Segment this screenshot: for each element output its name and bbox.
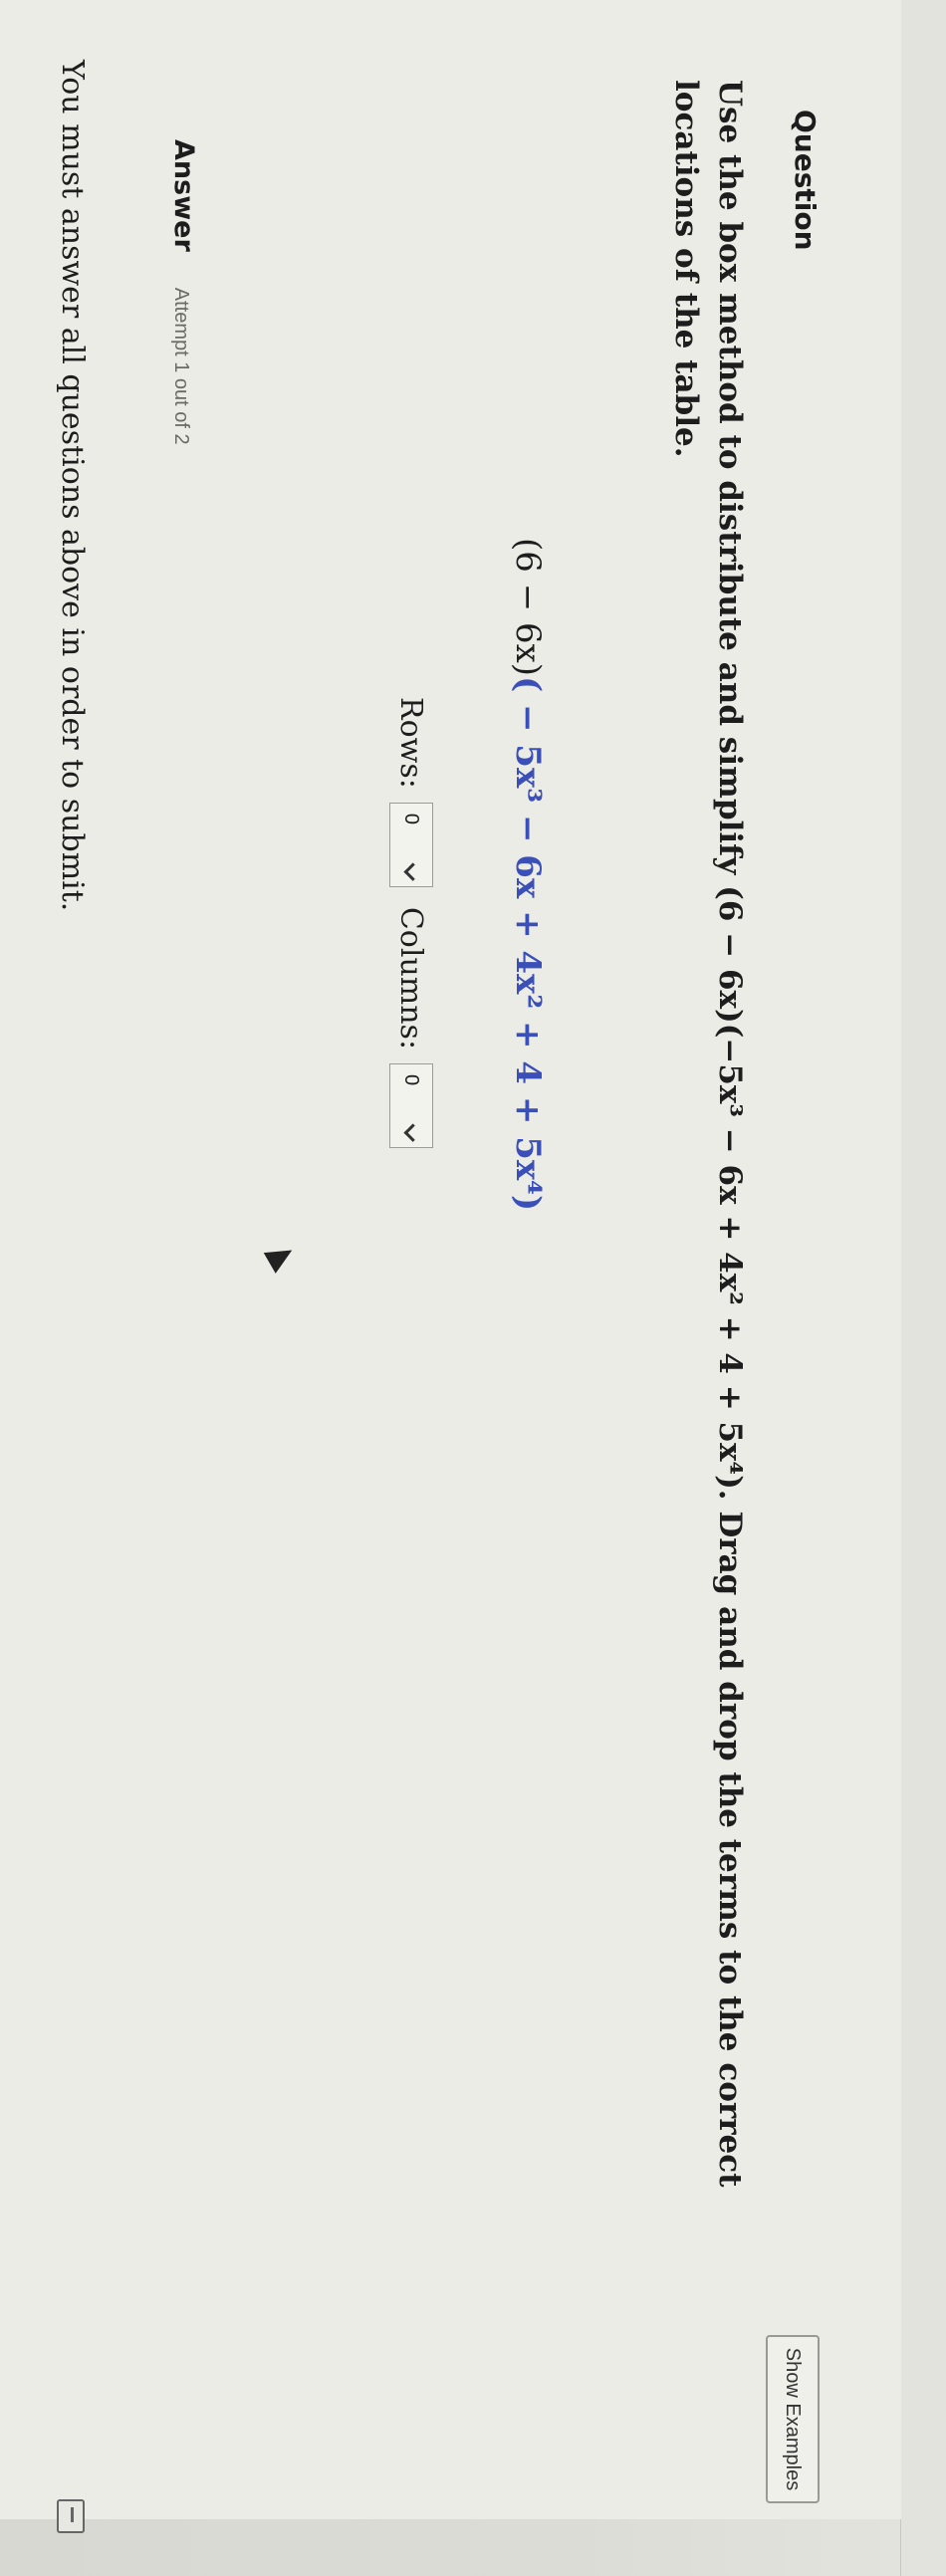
question-heading: Question: [789, 110, 822, 251]
top-band: [900, 0, 946, 2576]
submit-notice: You must answer all questions above in o…: [55, 60, 90, 912]
expression: (6 − 6x)( − 5x³ − 6x + 4x² + 4 + 5x⁴): [508, 538, 548, 1211]
answer-header: Answer Attempt 1 out of 2: [168, 139, 199, 445]
columns-select-value: 0: [400, 1074, 423, 1086]
rows-select-value: 0: [400, 813, 423, 824]
expression-left: (6 − 6x): [508, 538, 548, 677]
rows-label: Rows:: [393, 697, 429, 789]
question-page: Question Show Examples Use the box metho…: [0, 0, 946, 2576]
answer-label: Answer: [168, 139, 199, 252]
expression-right: ( − 5x³ − 6x + 4x² + 4 + 5x⁴): [508, 676, 548, 1212]
question-prompt: Use the box method to distribute and sim…: [668, 80, 748, 2188]
chevron-down-icon: [403, 862, 423, 881]
attempt-counter: Attempt 1 out of 2: [170, 287, 192, 445]
rows-select[interactable]: 0: [389, 802, 433, 887]
keyboard-icon[interactable]: [57, 2499, 85, 2533]
question-card: Question Show Examples Use the box metho…: [0, 0, 901, 2533]
screen: Question Show Examples Use the box metho…: [0, 0, 946, 2576]
mouse-pointer-icon: [263, 1240, 299, 1274]
table-size-controls: Rows: 0 Columns: 0: [389, 697, 433, 1168]
columns-label: Columns:: [393, 906, 429, 1051]
chevron-down-icon: [403, 1123, 423, 1142]
columns-select[interactable]: 0: [389, 1063, 433, 1149]
show-examples-button[interactable]: Show Examples: [766, 2335, 820, 2503]
